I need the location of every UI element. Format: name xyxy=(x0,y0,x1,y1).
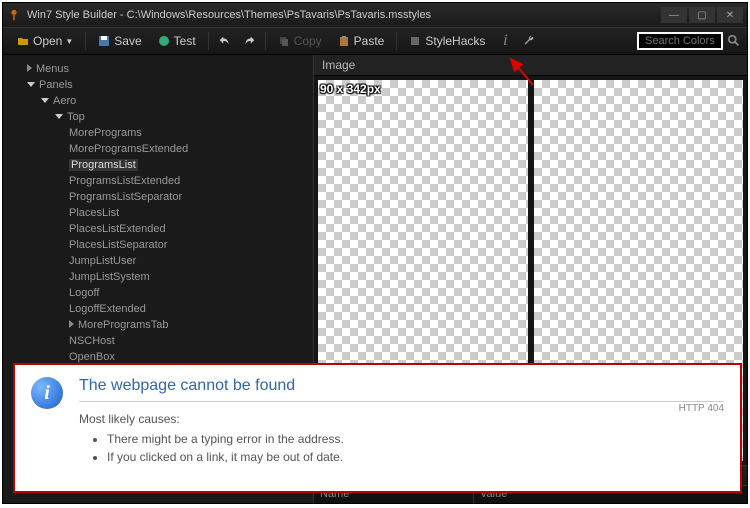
maximize-button[interactable]: ▢ xyxy=(689,7,715,23)
titlebar[interactable]: Win7 Style Builder - C:\Windows\Resource… xyxy=(3,3,747,27)
wrench-icon[interactable] xyxy=(521,33,537,49)
tree-item[interactable]: NSCHost xyxy=(69,333,313,349)
error-causes-label: Most likely causes: xyxy=(79,412,724,426)
tree-item[interactable]: ProgramsListExtended xyxy=(69,173,313,189)
tree-item[interactable]: PlacesListExtended xyxy=(69,221,313,237)
tree-item[interactable]: JumpListUser xyxy=(69,253,313,269)
tree-item[interactable]: LogoffExtended xyxy=(69,301,313,317)
redo-button[interactable] xyxy=(241,33,257,49)
tree-item[interactable]: MoreProgramsExtended xyxy=(69,141,313,157)
minimize-button[interactable]: — xyxy=(661,7,687,23)
error-panel: i The webpage cannot be found HTTP 404 M… xyxy=(13,363,742,493)
image-tab[interactable]: Image xyxy=(314,55,747,76)
error-cause: If you clicked on a link, it may be out … xyxy=(107,448,724,466)
error-code: HTTP 404 xyxy=(679,403,724,414)
paste-button[interactable]: Paste xyxy=(330,31,393,51)
tree-item[interactable]: ProgramsList xyxy=(69,157,313,173)
close-button[interactable]: ✕ xyxy=(717,7,743,23)
app-icon xyxy=(7,8,21,22)
window-title: Win7 Style Builder - C:\Windows\Resource… xyxy=(27,9,661,21)
open-button[interactable]: Open▼ xyxy=(9,31,81,51)
search-icon[interactable] xyxy=(727,34,741,48)
image-dimensions: 90 x 342px xyxy=(320,82,381,96)
tree-item[interactable]: MorePrograms xyxy=(69,125,313,141)
error-heading: The webpage cannot be found xyxy=(79,377,724,395)
info-icon: i xyxy=(31,377,63,409)
save-button[interactable]: Save xyxy=(90,31,149,51)
toolbar: Open▼ Save Test Copy Paste StyleHacks i xyxy=(3,27,747,55)
tree-item[interactable]: JumpListSystem xyxy=(69,269,313,285)
tree-item[interactable]: PlacesList xyxy=(69,205,313,221)
error-cause: There might be a typing error in the add… xyxy=(107,430,724,448)
stylehacks-button[interactable]: StyleHacks xyxy=(401,31,493,51)
tree-item[interactable]: MoreProgramsTab xyxy=(69,317,313,333)
test-button[interactable]: Test xyxy=(150,31,204,51)
tree-item[interactable]: PlacesListSeparator xyxy=(69,237,313,253)
copy-button[interactable]: Copy xyxy=(270,31,330,51)
tree-node-menus[interactable]: Menus xyxy=(27,61,313,77)
info-icon[interactable]: i xyxy=(497,33,513,49)
tree-item[interactable]: ProgramsListSeparator xyxy=(69,189,313,205)
undo-button[interactable] xyxy=(217,33,233,49)
search-input[interactable] xyxy=(637,32,723,50)
tree-item[interactable]: Logoff xyxy=(69,285,313,301)
